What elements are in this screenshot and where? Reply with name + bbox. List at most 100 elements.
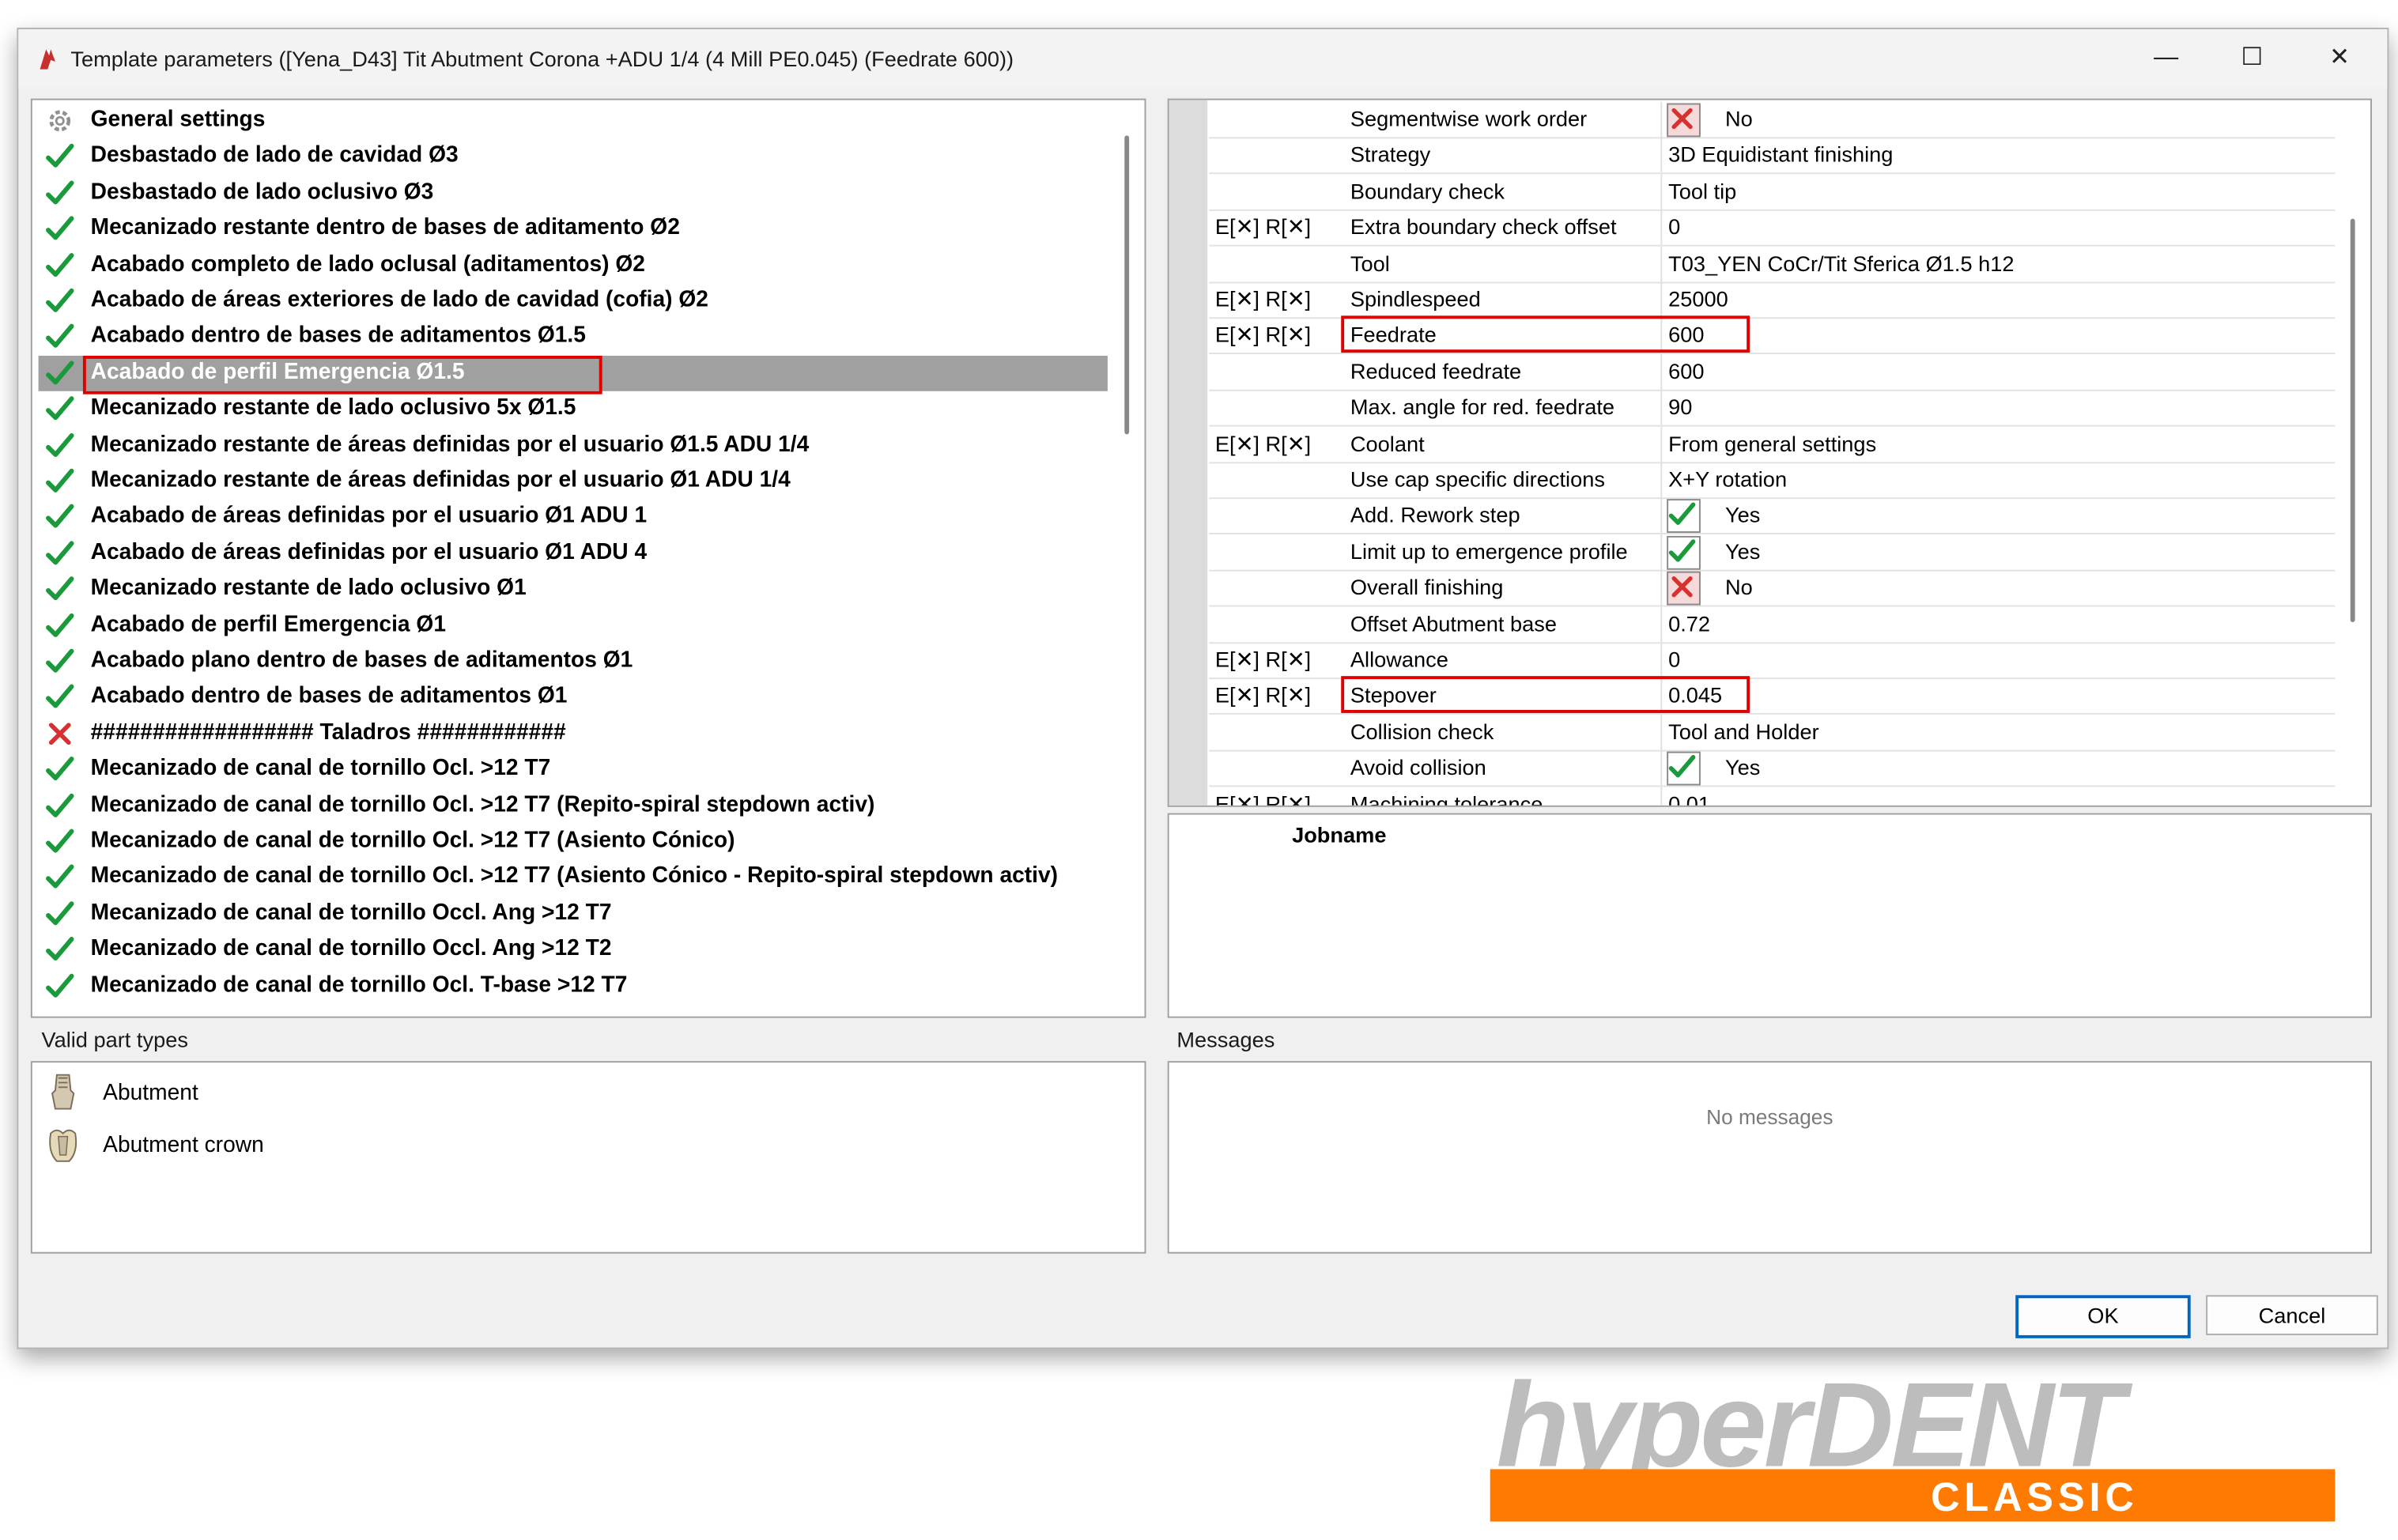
parameter-value[interactable]: Yes [1725, 503, 1760, 527]
check-icon [46, 504, 74, 529]
parameter-value[interactable]: 0 [1668, 214, 1680, 239]
parameter-row[interactable]: Segmentwise work order No [1209, 101, 2336, 139]
parameter-row[interactable]: E[✕] R[✕] Allowance 0 [1209, 642, 2336, 680]
parameter-flags[interactable]: E[✕] R[✕] [1215, 286, 1311, 312]
parameter-row[interactable]: Add. Rework step Yes [1209, 497, 2336, 535]
parameter-row[interactable]: E[✕] R[✕] Spindlespeed 25000 [1209, 281, 2336, 319]
task-list-item[interactable]: General settings [39, 104, 1108, 139]
parameter-value[interactable]: 0 [1668, 647, 1680, 671]
task-label: Mecanizado de canal de tornillo Occl. An… [90, 936, 612, 961]
ok-button[interactable]: OK [2015, 1295, 2191, 1338]
gear-icon [49, 110, 71, 132]
parameter-value[interactable]: Tool tip [1668, 179, 1736, 203]
task-list-item[interactable]: Acabado dentro de bases de aditamentos Ø… [39, 680, 1108, 715]
check-icon [46, 252, 74, 277]
check-icon [44, 431, 75, 460]
parameter-row[interactable]: Max. angle for red. feedrate 90 [1209, 390, 2336, 427]
task-list-item[interactable]: Acabado completo de lado oclusal (aditam… [39, 247, 1108, 283]
task-label: Desbastado de lado oclusivo Ø3 [90, 179, 434, 205]
parameter-row[interactable]: Reduced feedrate 600 [1209, 353, 2336, 391]
task-list-item[interactable]: Acabado plano dentro de bases de aditame… [39, 644, 1108, 679]
hyperdent-logo: hyperDENT CLASSIC [1490, 1355, 2336, 1524]
checkbox-checked[interactable] [1667, 535, 1701, 570]
task-list-item[interactable]: Mecanizado de canal de tornillo Ocl. >12… [39, 824, 1108, 859]
parameter-value[interactable]: T03_YEN CoCr/Tit Sferica Ø1.5 h12 [1668, 251, 2014, 275]
minimize-button[interactable]: — [2131, 39, 2201, 79]
parameter-row[interactable]: Boundary check Tool tip [1209, 173, 2336, 211]
task-list-item[interactable]: ################## Taladros ############ [39, 715, 1108, 751]
parameter-grid: Segmentwise work order No Strategy 3D Equid… [1167, 98, 2372, 807]
column-divider [1660, 209, 1663, 246]
parameter-value[interactable]: Tool and Holder [1668, 719, 1819, 743]
parameter-row[interactable]: Use cap specific directions X+Y rotation [1209, 462, 2336, 500]
parameter-value[interactable]: 0.72 [1668, 611, 1710, 636]
parameter-name: Use cap specific directions [1350, 466, 1605, 492]
task-list-item[interactable]: Acabado de áreas exteriores de lado de c… [39, 283, 1108, 319]
cancel-button[interactable]: Cancel [2206, 1295, 2378, 1335]
parameter-row[interactable]: E[✕] R[✕] Extra boundary check offset 0 [1209, 209, 2336, 247]
parameter-row[interactable]: Strategy 3D Equidistant finishing [1209, 138, 2336, 175]
check-icon [46, 685, 74, 709]
parameter-row[interactable]: Tool T03_YEN CoCr/Tit Sferica Ø1.5 h12 [1209, 245, 2336, 283]
parameter-flags[interactable]: E[✕] R[✕] [1215, 214, 1311, 240]
task-list-item[interactable]: Mecanizado restante dentro de bases de a… [39, 211, 1108, 247]
task-list-item[interactable]: Mecanizado de canal de tornillo Ocl. T-b… [39, 968, 1108, 1004]
parameter-flags[interactable]: E[✕] R[✕] [1215, 431, 1311, 457]
parameter-value[interactable]: 3D Equidistant finishing [1668, 142, 1893, 167]
parameter-value[interactable]: Yes [1725, 755, 1760, 779]
task-list-item[interactable]: Mecanizado restante de áreas definidas p… [39, 428, 1108, 463]
checkbox-checked[interactable] [1667, 751, 1701, 786]
parameter-row[interactable]: Limit up to emergence profile Yes [1209, 534, 2336, 572]
task-list-item[interactable]: Desbastado de lado de cavidad Ø3 [39, 139, 1108, 175]
parameter-row[interactable]: Collision check Tool and Holder [1209, 714, 2336, 752]
parameter-row[interactable]: Offset Abutment base 0.72 [1209, 606, 2336, 644]
task-list-item[interactable]: Mecanizado de canal de tornillo Occl. An… [39, 896, 1108, 931]
parameter-value[interactable]: No [1725, 575, 1753, 599]
task-list-item[interactable]: Mecanizado restante de áreas definidas p… [39, 463, 1108, 499]
parameter-row[interactable]: E[✕] R[✕] Machining tolerance 0.01 [1209, 786, 2335, 806]
parameter-flags[interactable]: E[✕] R[✕] [1215, 683, 1311, 709]
parameter-value[interactable]: 90 [1668, 394, 1692, 419]
check-icon [44, 179, 75, 208]
part-type-item-abutment-crown[interactable]: Abutment crown [44, 1121, 505, 1170]
parameter-value[interactable]: 600 [1668, 358, 1704, 383]
checkbox-unchecked[interactable] [1667, 103, 1701, 138]
task-list-item[interactable]: Desbastado de lado oclusivo Ø3 [39, 176, 1108, 211]
parameter-flags[interactable]: E[✕] R[✕] [1215, 647, 1311, 673]
parameter-value[interactable]: Yes [1725, 538, 1760, 563]
task-list-item[interactable]: Mecanizado de canal de tornillo Ocl. >12… [39, 860, 1108, 896]
maximize-button[interactable]: ☐ [2217, 39, 2287, 79]
parameter-value[interactable]: No [1725, 106, 1753, 130]
parameter-name: Allowance [1350, 647, 1448, 672]
gear-icon [44, 106, 75, 135]
parameter-value[interactable]: From general settings [1668, 431, 1876, 455]
parameter-flags[interactable]: E[✕] R[✕] [1215, 323, 1311, 349]
task-list-item[interactable]: Mecanizado restante de lado oclusivo 5x … [39, 391, 1108, 427]
column-divider [1660, 642, 1663, 678]
task-list-item[interactable]: Acabado de perfil Emergencia Ø1 [39, 608, 1108, 644]
parameter-row[interactable]: Avoid collision Yes [1209, 750, 2336, 787]
parameter-value[interactable]: 0.01 [1668, 791, 1710, 805]
parameter-row[interactable]: E[✕] R[✕] Coolant From general settings [1209, 425, 2336, 463]
task-list-item[interactable]: Mecanizado de canal de tornillo Ocl. >12… [39, 752, 1108, 787]
parameter-flags[interactable]: E[✕] R[✕] [1215, 791, 1311, 805]
parameter-value[interactable]: X+Y rotation [1668, 466, 1787, 491]
checkbox-unchecked[interactable] [1667, 572, 1701, 606]
task-list-item[interactable]: Acabado de áreas definidas por el usuari… [39, 500, 1108, 535]
parameter-value[interactable]: 25000 [1668, 286, 1728, 311]
task-list-item[interactable]: Acabado de áreas definidas por el usuari… [39, 536, 1108, 572]
task-label: Acabado dentro de bases de aditamentos Ø… [90, 684, 568, 709]
part-type-item-abutment[interactable]: Abutment [44, 1069, 505, 1118]
parameter-row[interactable]: Overall finishing No [1209, 570, 2336, 607]
task-list-item[interactable]: Mecanizado de canal de tornillo Occl. An… [39, 932, 1108, 968]
close-button[interactable]: ✕ [2305, 39, 2375, 79]
checkbox-checked[interactable] [1667, 499, 1701, 534]
task-list-item[interactable]: Mecanizado de canal de tornillo Ocl. >12… [39, 788, 1108, 824]
check-icon [44, 611, 75, 640]
task-list-item[interactable]: Mecanizado restante de lado oclusivo Ø1 [39, 572, 1108, 607]
parameter-name: Tool [1350, 250, 1390, 275]
task-list-scrollbar[interactable] [1124, 135, 1130, 435]
task-list-item[interactable]: Acabado dentro de bases de aditamentos Ø… [39, 319, 1108, 355]
check-icon [1668, 755, 1696, 778]
parameter-grid-scrollbar[interactable] [2350, 218, 2355, 622]
